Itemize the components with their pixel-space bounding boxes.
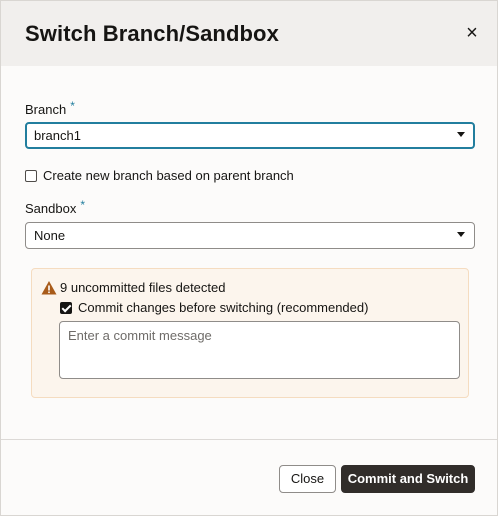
create-branch-checkbox-row[interactable]: Create new branch based on parent branch xyxy=(25,168,294,183)
sandbox-select[interactable]: None xyxy=(25,222,475,249)
sandbox-select-value: None xyxy=(34,228,66,243)
commit-and-switch-button[interactable]: Commit and Switch xyxy=(341,465,475,493)
warning-triangle-icon xyxy=(41,281,57,295)
required-marker: * xyxy=(70,99,75,113)
dialog-title: Switch Branch/Sandbox xyxy=(25,21,279,46)
sandbox-label: Sandbox * xyxy=(25,198,85,216)
branch-select-value: branch1 xyxy=(34,128,81,143)
switch-branch-dialog: Switch Branch/Sandbox × Branch * branch1 … xyxy=(0,0,498,516)
chevron-down-icon xyxy=(457,132,465,137)
close-button[interactable]: Close xyxy=(279,465,336,493)
branch-label: Branch * xyxy=(25,99,75,117)
branch-select[interactable]: branch1 xyxy=(25,122,475,149)
commit-changes-checkbox-row[interactable]: Commit changes before switching (recomme… xyxy=(60,300,368,315)
create-branch-label: Create new branch based on parent branch xyxy=(43,168,294,183)
chevron-down-icon xyxy=(457,232,465,237)
dialog-header: Switch Branch/Sandbox × xyxy=(1,1,497,66)
uncommitted-warning-panel: 9 uncommitted files detected Commit chan… xyxy=(31,268,469,398)
commit-changes-label: Commit changes before switching (recomme… xyxy=(78,300,369,315)
close-icon[interactable]: × xyxy=(460,21,484,45)
commit-changes-checkbox[interactable] xyxy=(60,301,72,314)
sandbox-label-text: Sandbox xyxy=(25,201,77,216)
footer-divider xyxy=(1,439,497,440)
warning-message: 9 uncommitted files detected xyxy=(60,280,226,295)
commit-message-placeholder: Enter a commit message xyxy=(68,328,212,343)
branch-label-text: Branch xyxy=(25,102,67,117)
create-branch-checkbox[interactable] xyxy=(25,169,37,182)
required-marker: * xyxy=(80,198,85,212)
commit-message-textarea[interactable]: Enter a commit message xyxy=(59,321,460,379)
